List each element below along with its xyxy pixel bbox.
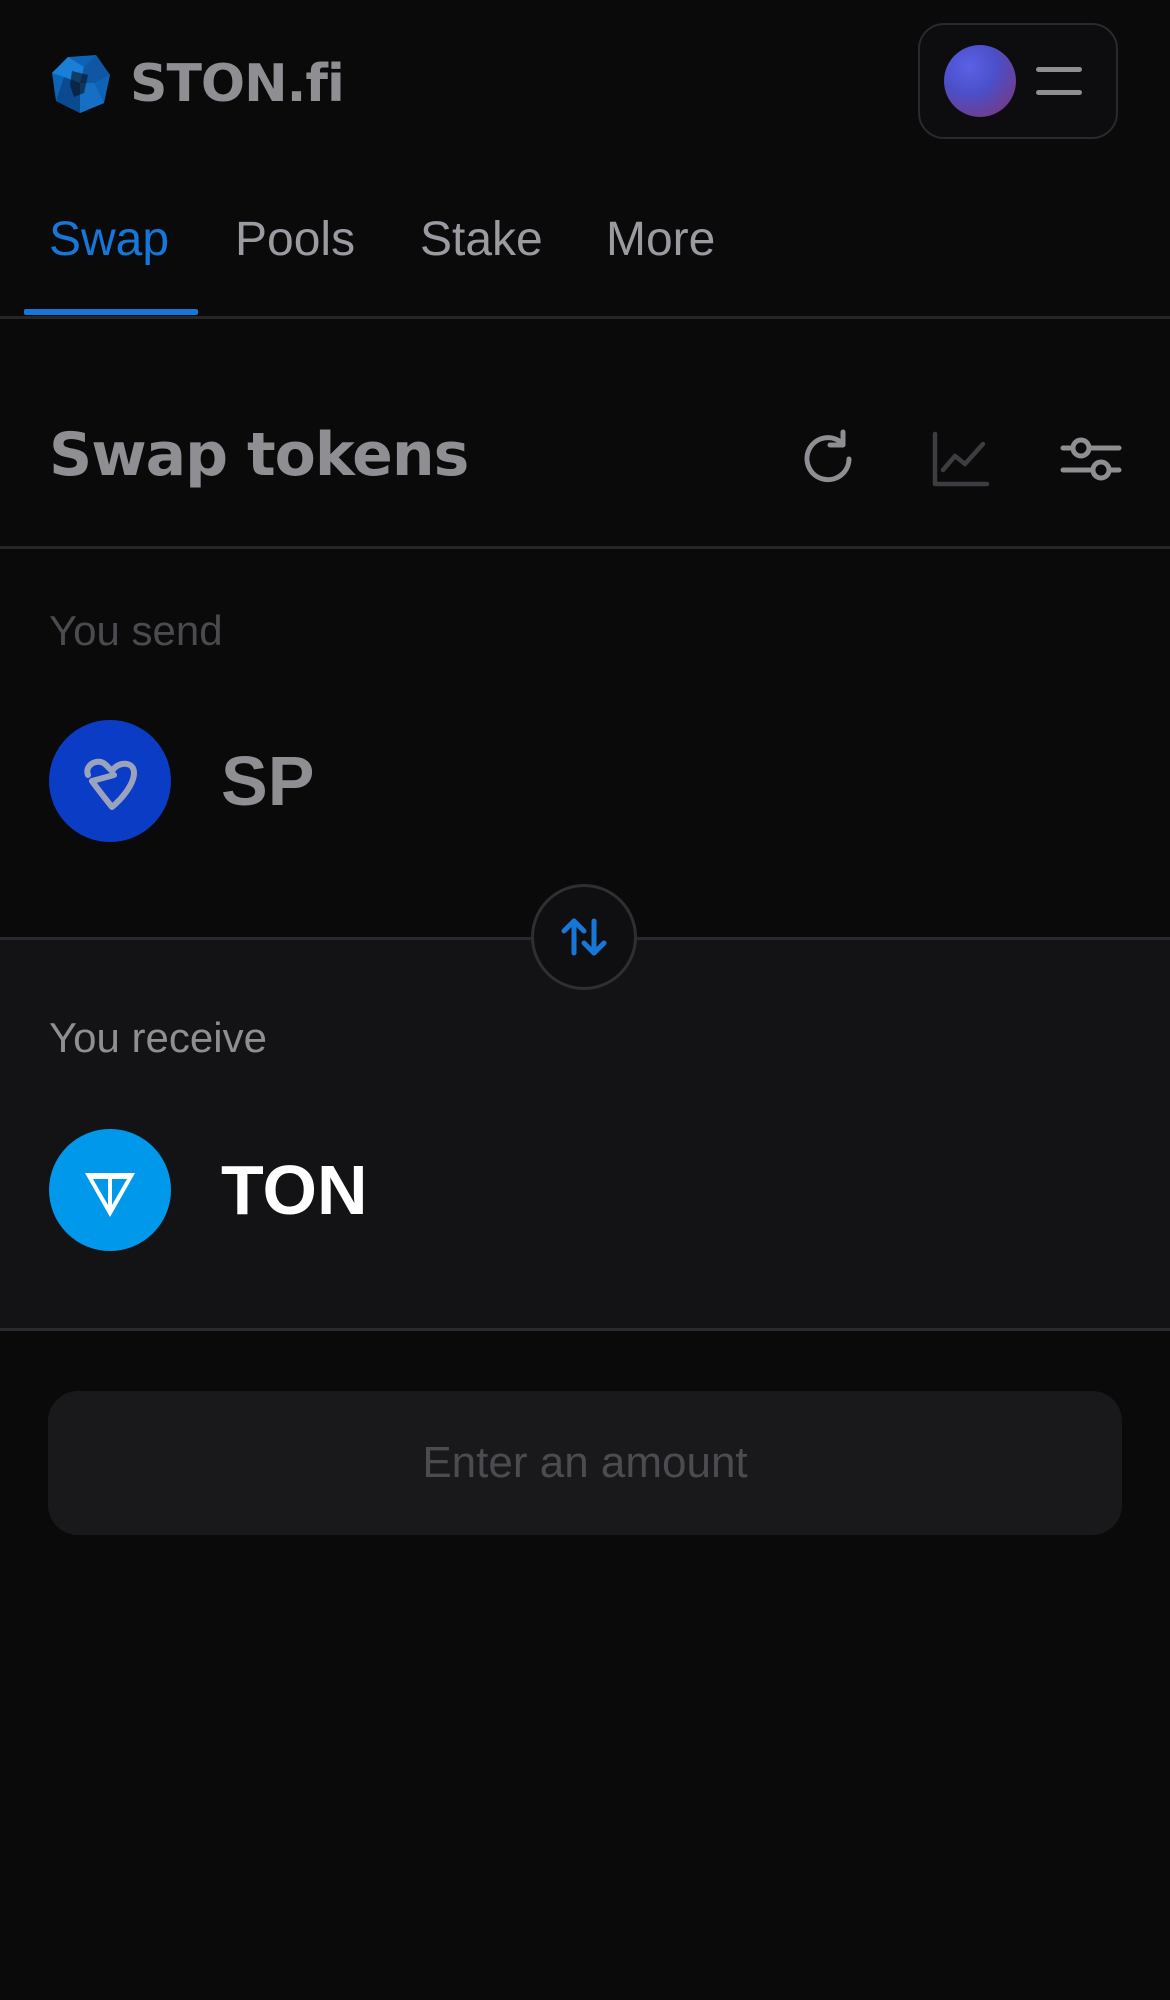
switch-direction-button[interactable]: [531, 884, 637, 990]
receive-label: You receive: [49, 1014, 267, 1061]
receive-panel: You receive TON: [0, 940, 1170, 1331]
settings-sliders-icon[interactable]: [1057, 424, 1127, 494]
app-header: STON.fi: [0, 0, 1170, 166]
refresh-icon[interactable]: [793, 424, 863, 494]
swap-header: Swap tokens: [0, 390, 1170, 549]
main-tabs: Swap Pools Stake More: [0, 190, 1170, 319]
brand-logo[interactable]: STON.fi: [50, 52, 345, 116]
enter-amount-button[interactable]: Enter an amount: [48, 1391, 1122, 1535]
chart-icon[interactable]: [925, 424, 995, 494]
page-title: Swap tokens: [49, 420, 469, 490]
receive-token-selector[interactable]: TON: [49, 1129, 368, 1251]
tab-more[interactable]: More: [606, 212, 715, 267]
tab-stake[interactable]: Stake: [420, 212, 543, 267]
ston-logo-icon: [52, 55, 110, 113]
tab-swap[interactable]: Swap: [49, 212, 169, 267]
swap-arrows-icon: [561, 918, 607, 956]
avatar: [944, 45, 1016, 117]
menu-icon: [1036, 65, 1082, 97]
active-tab-indicator: [24, 309, 198, 315]
send-panel: You send SP: [0, 549, 1170, 937]
ton-token-icon: [49, 1129, 171, 1251]
send-label: You send: [49, 607, 223, 654]
tab-pools[interactable]: Pools: [235, 212, 355, 267]
swap-page: STON.fi Swap Pools Stake More Swap token…: [0, 0, 1170, 2000]
sp-token-icon: [49, 720, 171, 842]
send-token-symbol: SP: [221, 742, 315, 820]
send-token-selector[interactable]: SP: [49, 720, 314, 842]
account-menu-button[interactable]: [918, 23, 1118, 139]
receive-token-symbol: TON: [221, 1151, 368, 1229]
brand-name: STON.fi: [130, 54, 345, 114]
